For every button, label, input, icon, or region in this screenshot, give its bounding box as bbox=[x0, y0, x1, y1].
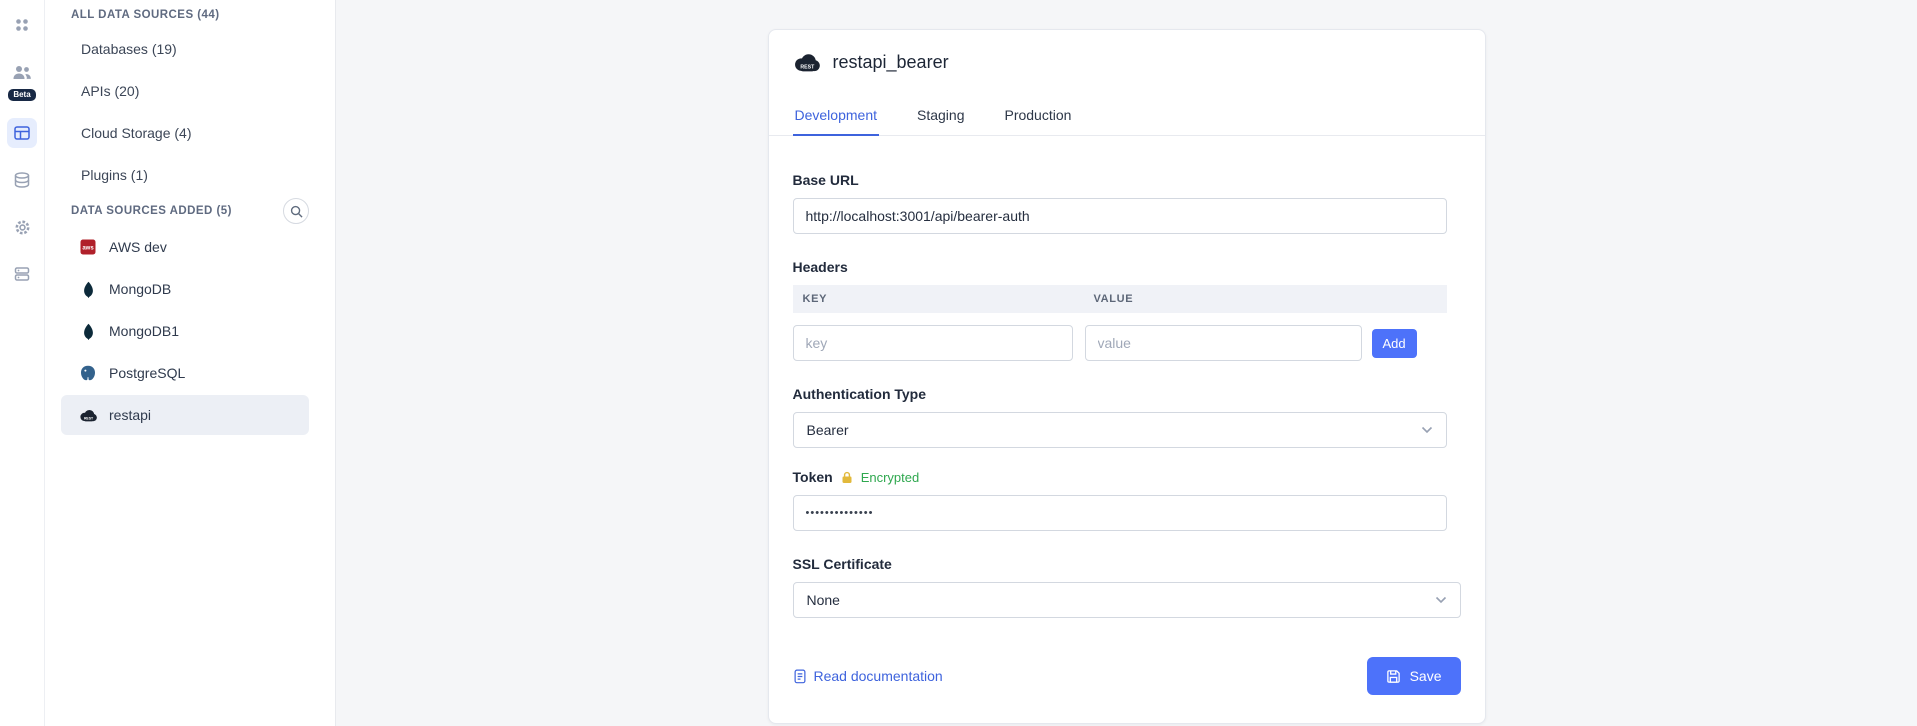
sidebar-item-apis[interactable]: APIs (20) bbox=[45, 70, 335, 112]
save-icon bbox=[1386, 669, 1401, 684]
ssl-certificate-select[interactable]: None bbox=[793, 582, 1461, 618]
aws-icon: aws bbox=[79, 239, 97, 255]
source-item-label: PostgreSQL bbox=[109, 365, 185, 381]
tab-development[interactable]: Development bbox=[793, 97, 880, 136]
mongodb-icon bbox=[79, 281, 97, 298]
source-item-label: MongoDB1 bbox=[109, 323, 179, 339]
auth-type-label: Authentication Type bbox=[793, 386, 1461, 402]
source-item-label: MongoDB bbox=[109, 281, 171, 297]
app-root: Beta ALL DATA SOURCES (44) Databases (19… bbox=[0, 0, 1917, 726]
ssl-certificate-value: None bbox=[807, 592, 840, 608]
auth-type-value: Bearer bbox=[807, 422, 849, 438]
token-label-row: Token Encrypted bbox=[793, 469, 1461, 485]
add-header-button[interactable]: Add bbox=[1372, 329, 1417, 358]
data-source-config-card: REST restapi_bearer Development Staging … bbox=[768, 29, 1486, 724]
token-label: Token bbox=[793, 469, 833, 485]
encrypted-badge: Encrypted bbox=[861, 470, 920, 485]
auth-type-select[interactable]: Bearer bbox=[793, 412, 1447, 448]
ssl-group: SSL Certificate None bbox=[793, 556, 1461, 618]
workflows-rail-group: Beta bbox=[7, 57, 37, 101]
search-button[interactable] bbox=[283, 198, 309, 224]
auth-type-group: Authentication Type Bearer bbox=[793, 386, 1461, 448]
data-sources-added-header-row: DATA SOURCES ADDED (5) bbox=[45, 196, 335, 226]
source-item-mongodb1[interactable]: MongoDB1 bbox=[61, 311, 309, 351]
rest-api-icon: REST bbox=[79, 409, 97, 422]
base-url-group: Base URL bbox=[793, 172, 1461, 234]
key-column-header: KEY bbox=[793, 293, 1085, 305]
svg-text:REST: REST bbox=[84, 416, 94, 420]
rest-api-icon: REST bbox=[793, 53, 820, 72]
header-value-input[interactable] bbox=[1085, 325, 1362, 361]
source-item-mongodb[interactable]: MongoDB bbox=[61, 269, 309, 309]
apps-icon[interactable] bbox=[7, 10, 37, 40]
config-form: Base URL Headers KEY VALUE Add bbox=[769, 136, 1485, 657]
data-sources-sidebar: ALL DATA SOURCES (44) Databases (19) API… bbox=[45, 0, 336, 726]
header-key-input[interactable] bbox=[793, 325, 1073, 361]
ssl-certificate-label: SSL Certificate bbox=[793, 556, 1461, 572]
tab-staging[interactable]: Staging bbox=[915, 97, 966, 136]
document-icon bbox=[793, 669, 807, 684]
settings-gear-icon[interactable] bbox=[7, 212, 37, 242]
sidebar-item-plugins[interactable]: Plugins (1) bbox=[45, 154, 335, 196]
search-icon bbox=[290, 205, 303, 218]
read-documentation-link[interactable]: Read documentation bbox=[793, 668, 943, 684]
mongodb-icon bbox=[79, 323, 97, 340]
source-item-label: AWS dev bbox=[109, 239, 167, 255]
svg-text:aws: aws bbox=[82, 246, 94, 252]
postgresql-icon bbox=[79, 365, 97, 381]
sidebar-item-databases[interactable]: Databases (19) bbox=[45, 28, 335, 70]
workflows-icon[interactable] bbox=[7, 57, 37, 87]
headers-label: Headers bbox=[793, 259, 1461, 275]
all-data-sources-header: ALL DATA SOURCES (44) bbox=[45, 2, 335, 28]
token-group: Token Encrypted bbox=[793, 469, 1461, 531]
save-button[interactable]: Save bbox=[1367, 657, 1461, 695]
icon-rail: Beta bbox=[0, 0, 45, 726]
page-title: restapi_bearer bbox=[833, 52, 949, 73]
header-input-row: Add bbox=[793, 325, 1461, 361]
card-header: REST restapi_bearer bbox=[769, 30, 1485, 73]
database-icon[interactable] bbox=[7, 165, 37, 195]
data-sources-added-header: DATA SOURCES ADDED (5) bbox=[71, 205, 232, 217]
source-item-postgresql[interactable]: PostgreSQL bbox=[61, 353, 309, 393]
workspace-icon[interactable] bbox=[7, 259, 37, 289]
beta-badge: Beta bbox=[8, 89, 35, 101]
read-documentation-label: Read documentation bbox=[814, 668, 943, 684]
chevron-down-icon bbox=[1421, 426, 1433, 434]
svg-text:REST: REST bbox=[800, 65, 815, 71]
base-url-label: Base URL bbox=[793, 172, 1461, 188]
save-button-label: Save bbox=[1410, 668, 1442, 684]
headers-group: Headers KEY VALUE Add bbox=[793, 259, 1461, 361]
main-area: REST restapi_bearer Development Staging … bbox=[336, 0, 1917, 726]
source-item-label: restapi bbox=[109, 407, 151, 423]
data-sources-icon[interactable] bbox=[7, 118, 37, 148]
headers-table-header: KEY VALUE bbox=[793, 285, 1447, 313]
environment-tabs: Development Staging Production bbox=[769, 97, 1485, 136]
source-item-aws-dev[interactable]: aws AWS dev bbox=[61, 227, 309, 267]
base-url-input[interactable] bbox=[793, 198, 1447, 234]
chevron-down-icon bbox=[1435, 596, 1447, 604]
lock-icon bbox=[841, 471, 853, 484]
source-item-restapi[interactable]: REST restapi bbox=[61, 395, 309, 435]
token-input[interactable] bbox=[793, 495, 1447, 531]
value-column-header: VALUE bbox=[1085, 293, 1447, 305]
card-footer: Read documentation Save bbox=[769, 657, 1485, 723]
sidebar-item-cloud-storage[interactable]: Cloud Storage (4) bbox=[45, 112, 335, 154]
tab-production[interactable]: Production bbox=[1002, 97, 1073, 136]
